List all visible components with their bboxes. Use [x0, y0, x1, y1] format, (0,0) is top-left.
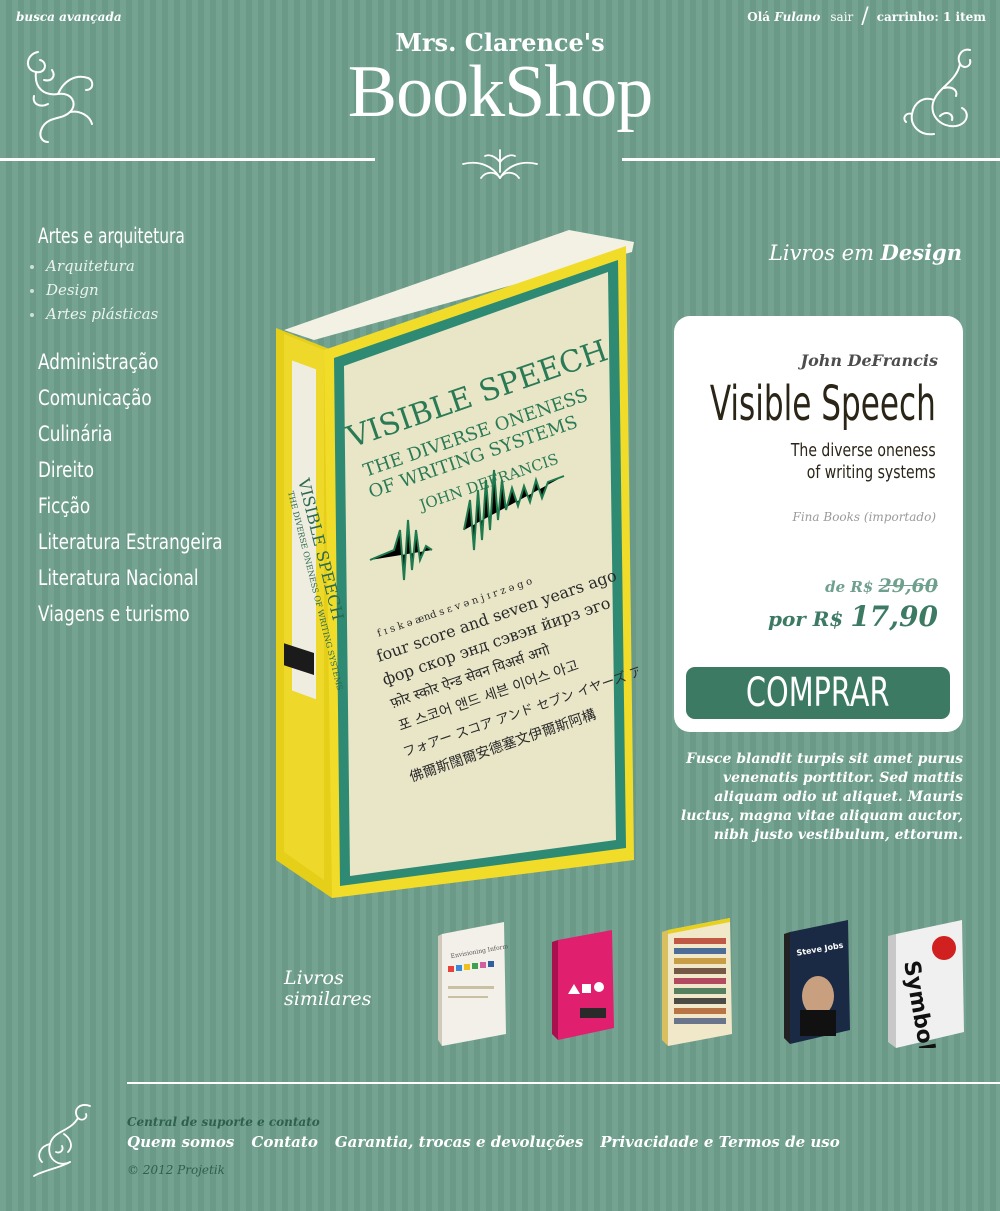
- similar-book-2[interactable]: [550, 928, 616, 1040]
- section-title: Livros em Design: [768, 240, 962, 265]
- category-item[interactable]: Literatura Estrangeira: [38, 524, 223, 560]
- category-item[interactable]: Literatura Nacional: [38, 560, 223, 596]
- category-list: Administração Comunicação Culinária Dire…: [38, 344, 269, 632]
- cart-link[interactable]: carrinho: 1 item: [877, 10, 986, 24]
- support-heading: Central de suporte e contato: [127, 1115, 320, 1129]
- copyright: © 2012 Projetik: [127, 1163, 225, 1177]
- book-title: Visible Speech: [710, 376, 936, 432]
- category-item[interactable]: Ficção: [38, 488, 223, 524]
- similar-book-1[interactable]: Envisioning Information: [434, 920, 508, 1046]
- category-item[interactable]: Direito: [38, 452, 223, 488]
- logo[interactable]: BookShop: [0, 52, 1000, 132]
- bullet-icon: [30, 265, 34, 269]
- book-publisher: Fina Books (importado): [792, 510, 936, 524]
- footer-nav: Quem somos Contato Garantia, trocas e de…: [127, 1133, 840, 1151]
- header-rule-right: [622, 158, 1000, 161]
- book-cover-image: VISIBLE SPEECH THE DIVERSE ONENESS OF WR…: [276, 230, 638, 898]
- subcategory-item[interactable]: Artes plásticas: [30, 302, 158, 326]
- category-item[interactable]: Viagens e turismo: [38, 596, 223, 632]
- logout-link[interactable]: sair: [830, 10, 853, 24]
- footer-link-contact[interactable]: Contato: [251, 1133, 317, 1151]
- buy-button[interactable]: COMPRAR: [686, 667, 950, 719]
- book-description: Fusce blandit turpis sit amet purus vene…: [680, 751, 963, 843]
- divider: /: [861, 4, 869, 29]
- similar-book-5[interactable]: Symbol: [886, 918, 966, 1048]
- footer-link-warranty[interactable]: Garantia, trocas e devoluções: [335, 1133, 583, 1151]
- category-item[interactable]: Culinária: [38, 416, 223, 452]
- similar-book-3[interactable]: [660, 916, 734, 1046]
- category-item[interactable]: Comunicação: [38, 380, 223, 416]
- footer-link-about[interactable]: Quem somos: [127, 1133, 234, 1151]
- subcategory-list: Arquitetura Design Artes plásticas: [30, 254, 158, 326]
- footer-rule: [127, 1082, 1000, 1084]
- similar-book-4[interactable]: Steve Jobs: [782, 918, 852, 1044]
- greeting: Olá Fulano: [747, 10, 821, 24]
- footer-link-privacy[interactable]: Privacidade e Termos de uso: [600, 1133, 839, 1151]
- book-author: John DeFrancis: [800, 351, 938, 370]
- footer-flourish-icon: [33, 1104, 91, 1177]
- user-bar: Olá Fulano sair / carrinho: 1 item: [747, 4, 986, 29]
- flourish-left-icon: [27, 51, 94, 143]
- bullet-icon: [30, 289, 34, 293]
- flourish-right-icon: [903, 48, 972, 136]
- category-active[interactable]: Artes e arquitetura: [38, 224, 185, 248]
- category-item[interactable]: Administração: [38, 344, 223, 380]
- user-name: Fulano: [774, 10, 821, 24]
- similar-books-label: Livros similares: [284, 967, 372, 1010]
- advanced-search-link[interactable]: busca avançada: [16, 10, 122, 24]
- bullet-icon: [30, 313, 34, 317]
- center-flourish-icon: [462, 149, 538, 179]
- sale-price: por R$ 17,90: [767, 600, 938, 633]
- subcategory-item[interactable]: Arquitetura: [30, 254, 158, 278]
- old-price: de R$ 29,60: [825, 575, 938, 597]
- header-rule-left: [0, 158, 375, 161]
- subcategory-item[interactable]: Design: [30, 278, 158, 302]
- book-subtitle: The diverse oneness of writing systems: [791, 440, 936, 483]
